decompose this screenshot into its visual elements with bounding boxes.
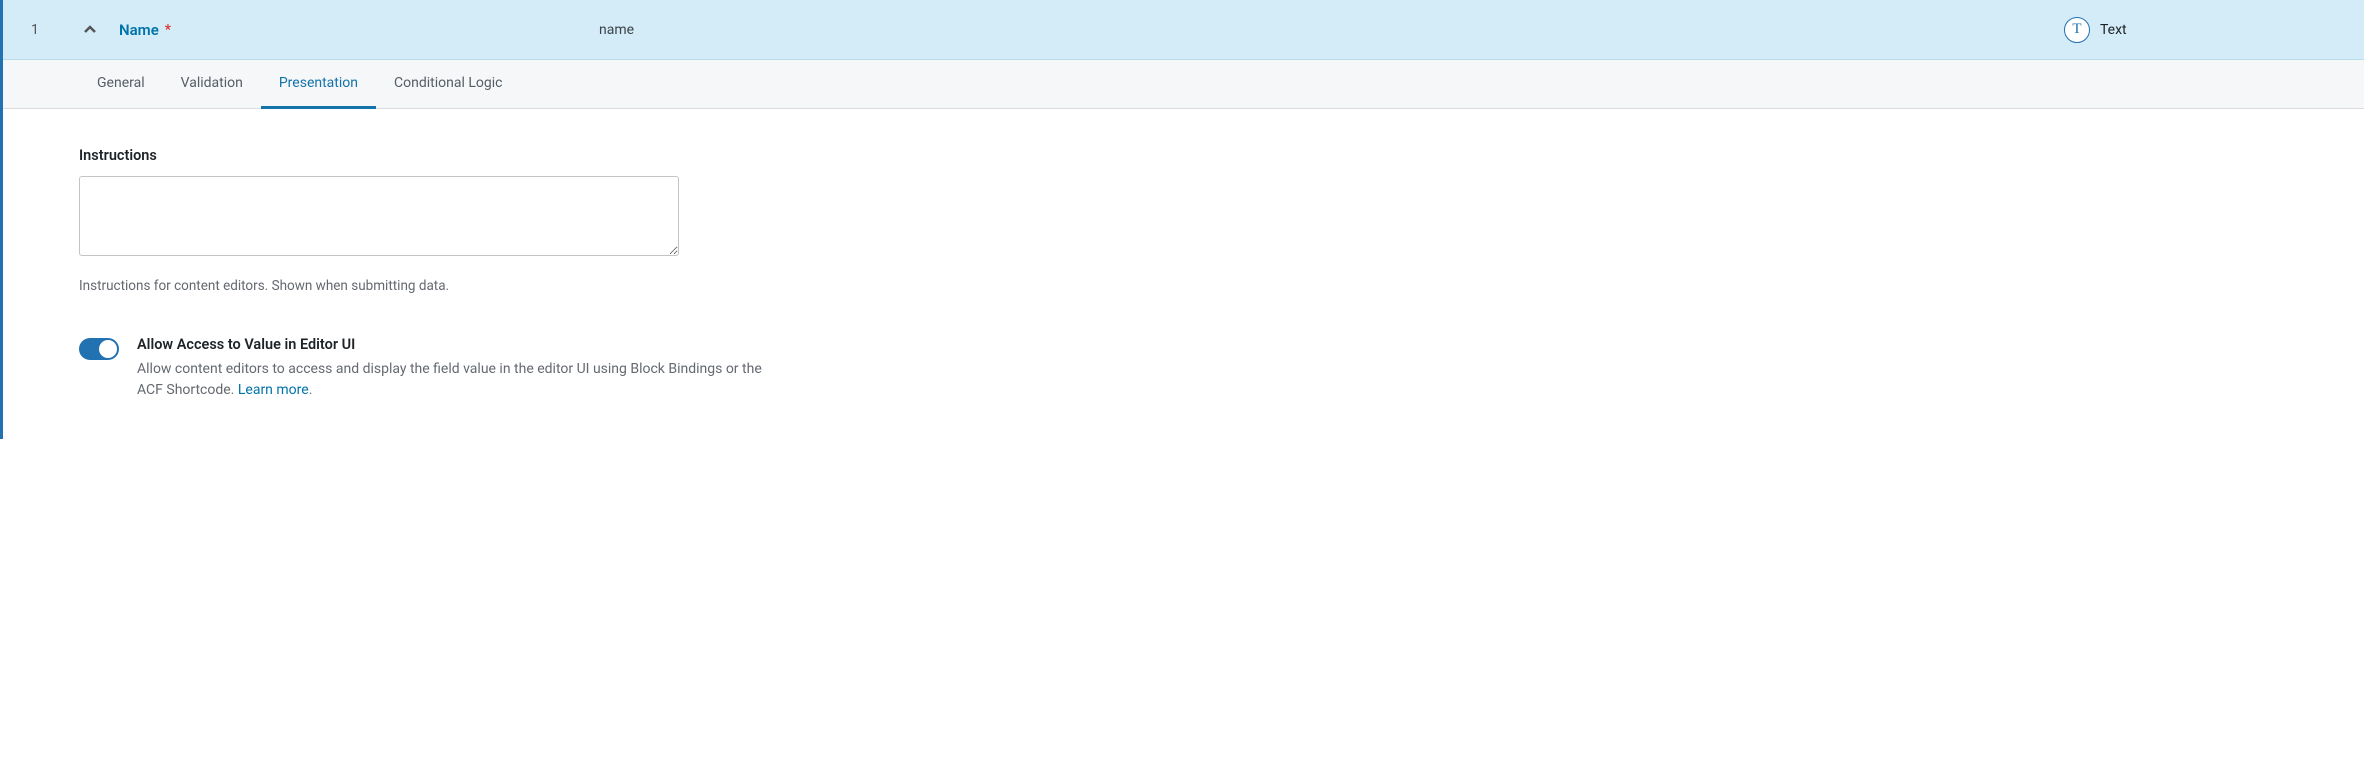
tab-validation[interactable]: Validation bbox=[163, 60, 261, 109]
allow-access-desc-text: Allow content editors to access and disp… bbox=[137, 361, 762, 398]
collapse-toggle[interactable] bbox=[61, 23, 119, 37]
tabs-bar: General Validation Presentation Conditio… bbox=[3, 60, 2364, 109]
instructions-hint: Instructions for content editors. Shown … bbox=[79, 278, 739, 294]
text-type-icon: T bbox=[2064, 17, 2090, 43]
required-indicator: * bbox=[165, 22, 171, 38]
period: . bbox=[309, 382, 313, 398]
field-type-label: Text bbox=[2100, 22, 2127, 38]
allow-access-toggle[interactable] bbox=[79, 338, 119, 360]
field-type-column: T Text bbox=[2064, 17, 2344, 43]
field-header: 1 Name * name T Text bbox=[3, 0, 2364, 60]
field-label-link[interactable]: Name bbox=[119, 21, 159, 39]
learn-more-link[interactable]: Learn more bbox=[238, 382, 309, 398]
toggle-knob bbox=[99, 340, 117, 358]
field-slug: name bbox=[599, 22, 2064, 38]
tab-presentation[interactable]: Presentation bbox=[261, 60, 376, 109]
allow-access-title: Allow Access to Value in Editor UI bbox=[137, 336, 779, 353]
allow-access-setting: Allow Access to Value in Editor UI Allow… bbox=[79, 336, 779, 401]
tab-conditional-logic[interactable]: Conditional Logic bbox=[376, 60, 520, 109]
allow-access-description: Allow content editors to access and disp… bbox=[137, 359, 779, 401]
chevron-up-icon bbox=[83, 23, 97, 37]
allow-access-text: Allow Access to Value in Editor UI Allow… bbox=[137, 336, 779, 401]
tab-general[interactable]: General bbox=[79, 60, 163, 109]
instructions-setting: Instructions Instructions for content ed… bbox=[79, 147, 739, 294]
field-order-number: 1 bbox=[31, 22, 61, 38]
field-settings-panel: Instructions Instructions for content ed… bbox=[3, 109, 2364, 439]
field-label-column: Name * bbox=[119, 21, 599, 39]
instructions-label: Instructions bbox=[79, 147, 739, 164]
instructions-textarea[interactable] bbox=[79, 176, 679, 256]
